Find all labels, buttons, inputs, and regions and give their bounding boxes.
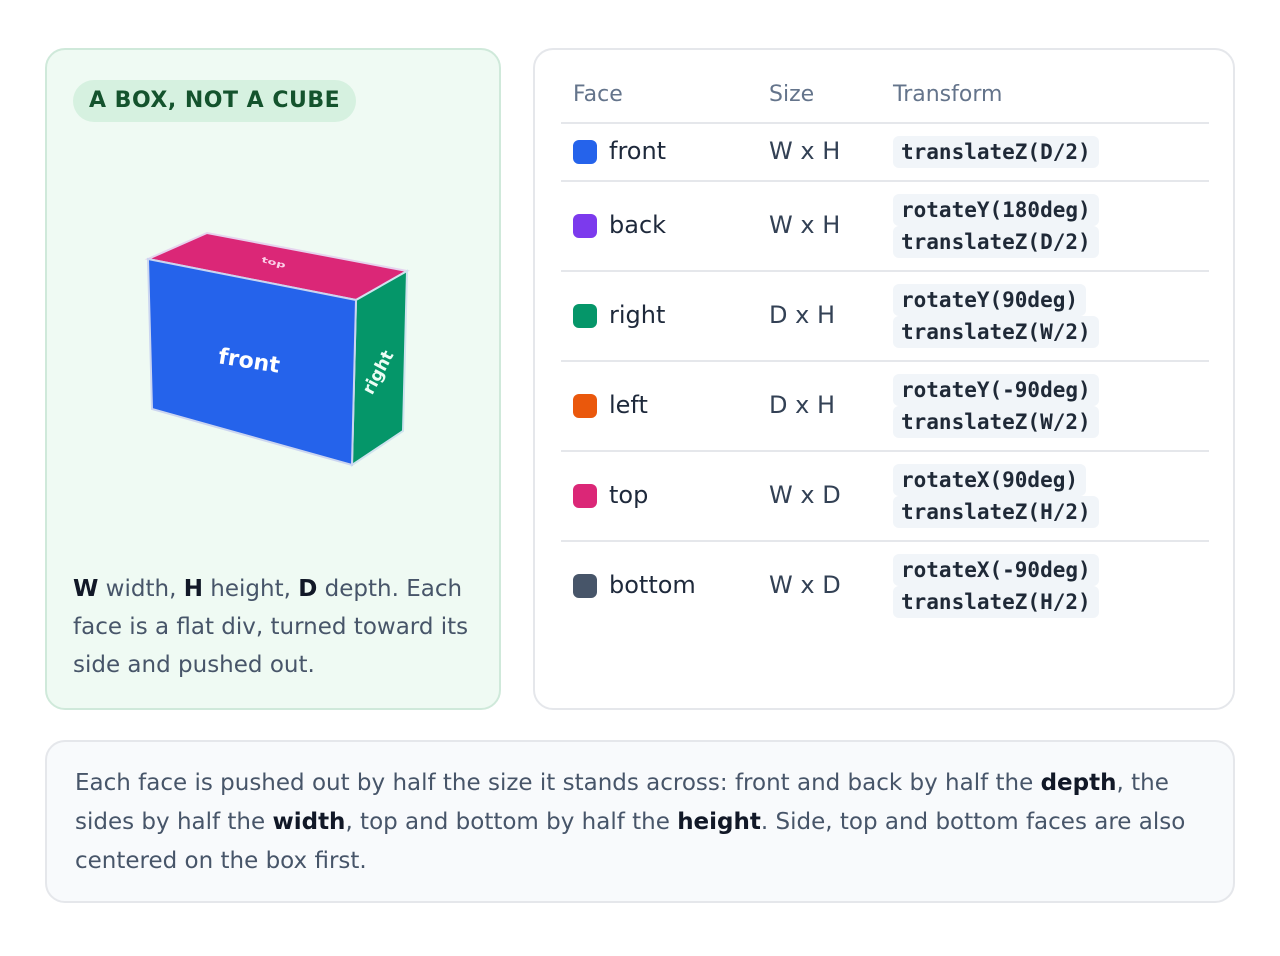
table-row-back: back W x H rotateY(180deg) translateZ(D/… bbox=[561, 182, 1209, 272]
face-size: D x H bbox=[769, 301, 835, 329]
face-size: D x H bbox=[769, 391, 835, 419]
transform-code: translateZ(D/2) bbox=[893, 136, 1099, 168]
note-emphasis-width: width bbox=[272, 809, 346, 835]
face-transform: translateZ(D/2) bbox=[893, 136, 1099, 168]
explanation-card: Each face is pushed out by half the size… bbox=[45, 740, 1235, 903]
transform-code: translateZ(H/2) bbox=[893, 496, 1099, 528]
face-size: W x H bbox=[769, 137, 841, 165]
face-transform: rotateX(-90deg) translateZ(H/2) bbox=[893, 554, 1099, 618]
caption-h-text: height, bbox=[202, 576, 299, 602]
caption-w-text: width, bbox=[98, 576, 184, 602]
face-size: W x H bbox=[769, 211, 841, 239]
face-size: W x D bbox=[769, 481, 841, 509]
box-card: A BOX, NOT A CUBE top front right W widt… bbox=[45, 48, 501, 710]
note-part: , top and bottom by half the bbox=[345, 809, 678, 835]
transform-code: rotateY(-90deg) bbox=[893, 374, 1099, 406]
face-name: back bbox=[609, 211, 667, 239]
top-color-swatch bbox=[573, 484, 597, 508]
caption-h-key: H bbox=[183, 576, 203, 602]
table-header: Face Size Transform bbox=[561, 76, 1209, 124]
note-part: Each face is pushed out by half the size… bbox=[75, 770, 1041, 796]
transform-code: rotateX(-90deg) bbox=[893, 554, 1099, 586]
table-row-bottom: bottom W x D rotateX(-90deg) translateZ(… bbox=[561, 542, 1209, 630]
transform-code: translateZ(D/2) bbox=[893, 226, 1099, 258]
note-emphasis-height: height bbox=[677, 809, 761, 835]
face-transform: rotateY(-90deg) translateZ(W/2) bbox=[893, 374, 1099, 438]
face-transform: rotateY(90deg) translateZ(W/2) bbox=[893, 284, 1099, 348]
table-row-left: left D x H rotateY(-90deg) translateZ(W/… bbox=[561, 362, 1209, 452]
face-name: front bbox=[609, 137, 667, 165]
header-size: Size bbox=[769, 82, 815, 107]
explanation-text: Each face is pushed out by half the size… bbox=[75, 764, 1209, 881]
face-size: W x D bbox=[769, 571, 841, 599]
face-name: right bbox=[609, 301, 666, 329]
left-color-swatch bbox=[573, 394, 597, 418]
bottom-color-swatch bbox=[573, 574, 597, 598]
header-face: Face bbox=[573, 82, 623, 107]
box-illustration: top front right bbox=[144, 231, 410, 467]
right-color-swatch bbox=[573, 304, 597, 328]
box-caption: W width, H height, D depth. Each face is… bbox=[73, 570, 473, 684]
transform-code: translateZ(W/2) bbox=[893, 316, 1099, 348]
transform-code: rotateX(90deg) bbox=[893, 464, 1087, 496]
transform-code: translateZ(W/2) bbox=[893, 406, 1099, 438]
note-emphasis-depth: depth bbox=[1040, 770, 1117, 796]
table-row-right: right D x H rotateY(90deg) translateZ(W/… bbox=[561, 272, 1209, 362]
table-row-front: front W x H translateZ(D/2) bbox=[561, 124, 1209, 182]
table-row-top: top W x D rotateX(90deg) translateZ(H/2) bbox=[561, 452, 1209, 542]
face-name: left bbox=[609, 391, 648, 419]
header-transform: Transform bbox=[893, 82, 1003, 107]
face-transform: rotateY(180deg) translateZ(D/2) bbox=[893, 194, 1099, 258]
face-name: top bbox=[609, 481, 649, 509]
caption-d-key: D bbox=[298, 576, 318, 602]
transform-code: rotateY(90deg) bbox=[893, 284, 1087, 316]
front-color-swatch bbox=[573, 140, 597, 164]
faces-table-card: Face Size Transform front W x H translat… bbox=[533, 48, 1235, 710]
caption-w-key: W bbox=[73, 576, 99, 602]
transform-code: translateZ(H/2) bbox=[893, 586, 1099, 618]
back-color-swatch bbox=[573, 214, 597, 238]
face-transform: rotateX(90deg) translateZ(H/2) bbox=[893, 464, 1099, 528]
face-name: bottom bbox=[609, 571, 696, 599]
transform-code: rotateY(180deg) bbox=[893, 194, 1099, 226]
